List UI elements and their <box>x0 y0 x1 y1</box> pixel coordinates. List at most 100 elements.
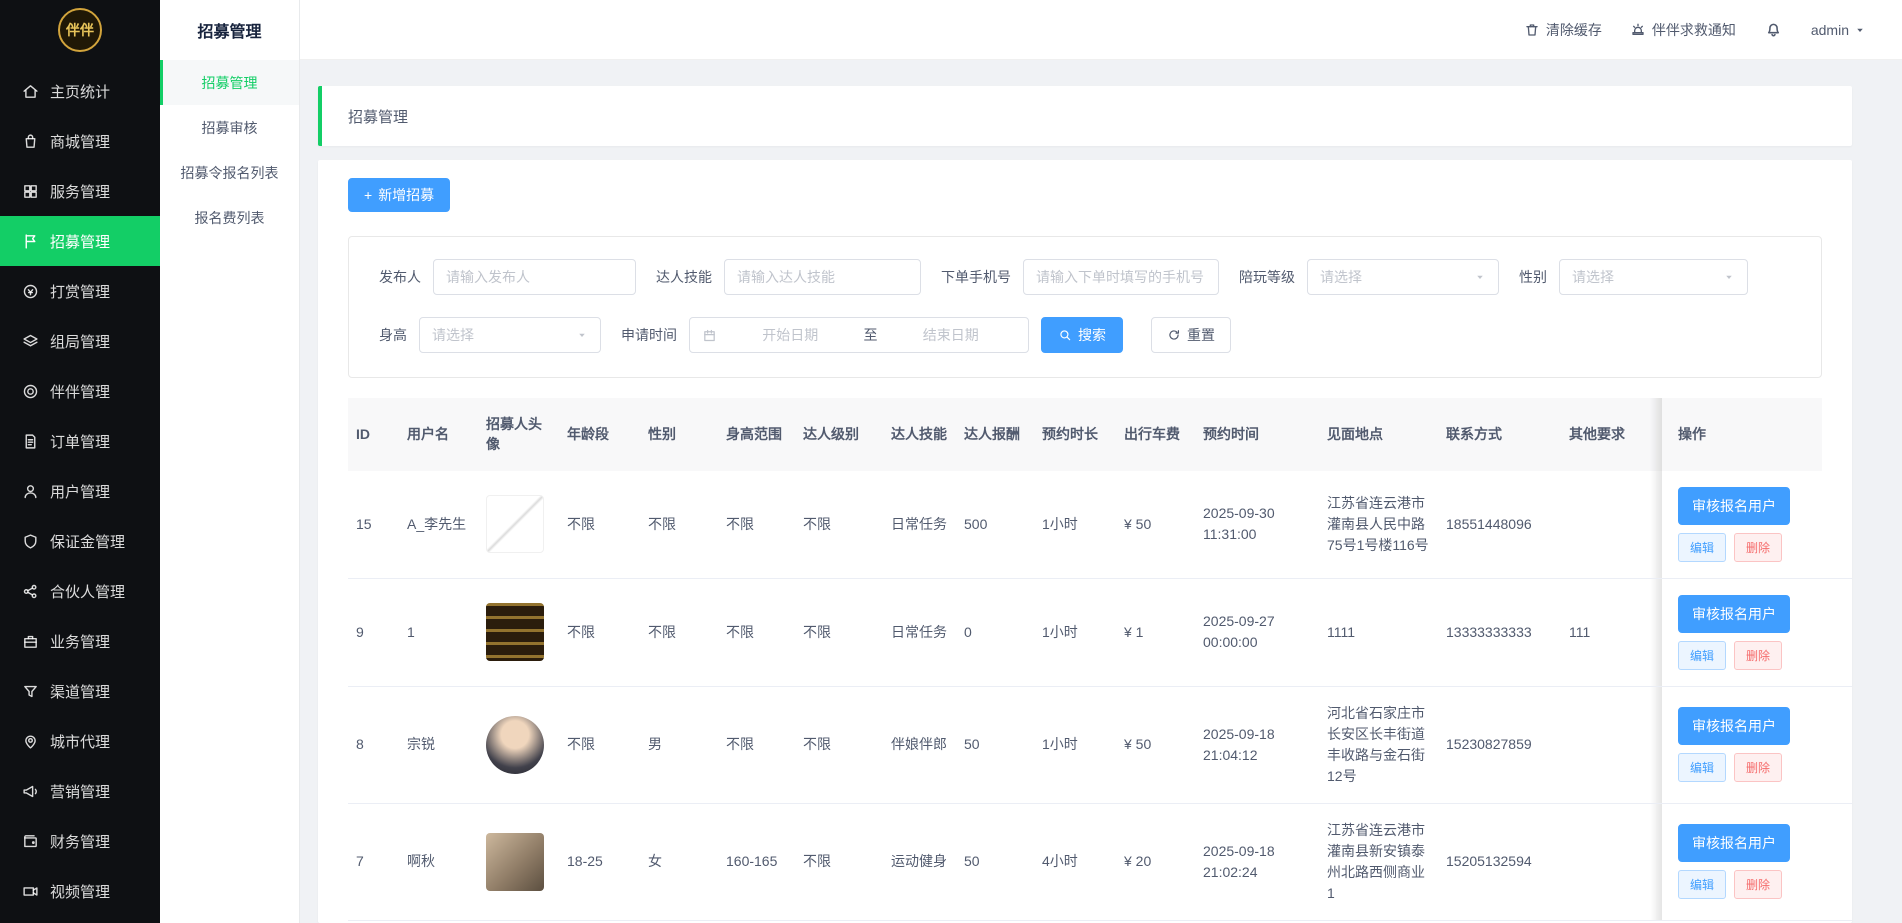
date-range-picker[interactable]: 开始日期 至 结束日期 <box>689 317 1029 353</box>
sidebar-item-label: 主页统计 <box>50 81 110 102</box>
bag-icon <box>22 133 39 150</box>
cell-actions: 审核报名用户 编辑 删除 <box>1662 686 1822 803</box>
doc-icon <box>22 433 39 450</box>
header-age: 年龄段 <box>559 398 640 471</box>
sidebar-item-15[interactable]: 营销管理 <box>0 766 160 816</box>
recruiter-avatar <box>486 833 544 891</box>
cell-duration: 1小时 <box>1034 578 1116 686</box>
submenu-item-3[interactable]: 招募令报名列表 <box>160 150 299 195</box>
submenu-item-4[interactable]: 报名费列表 <box>160 195 299 240</box>
delete-button[interactable]: 删除 <box>1734 533 1782 562</box>
height-select[interactable]: 请选择 <box>419 317 601 353</box>
skill-input[interactable] <box>724 259 921 295</box>
header-duration: 预约时长 <box>1034 398 1116 471</box>
sidebar-item-9[interactable]: 用户管理 <box>0 466 160 516</box>
edit-button[interactable]: 编辑 <box>1678 753 1726 782</box>
sidebar-item-7[interactable]: 伴伴管理 <box>0 366 160 416</box>
cell-age: 不限 <box>559 578 640 686</box>
sidebar-item-14[interactable]: 城市代理 <box>0 716 160 766</box>
cell-avatar <box>478 686 559 803</box>
cell-height: 不限 <box>718 578 795 686</box>
sidebar-item-label: 业务管理 <box>50 631 110 652</box>
sidebar-item-16[interactable]: 财务管理 <box>0 816 160 866</box>
sidebar-item-10[interactable]: 保证金管理 <box>0 516 160 566</box>
end-date-input[interactable]: 结束日期 <box>886 325 1017 345</box>
edit-button[interactable]: 编辑 <box>1678 870 1726 899</box>
recruitment-table: ID 用户名 招募人头像 年龄段 性别 身高范围 达人级别 达人技能 达人报酬 … <box>348 398 1822 921</box>
sidebar-item-2[interactable]: 商城管理 <box>0 116 160 166</box>
sidebar-item-6[interactable]: 组局管理 <box>0 316 160 366</box>
table-body: 15 A_李先生 不限 不限 不限 不限 日常任务 500 1小时 ¥ 50 2… <box>348 471 1852 921</box>
sidebar-item-3[interactable]: 服务管理 <box>0 166 160 216</box>
review-applicants-button[interactable]: 审核报名用户 <box>1678 487 1790 525</box>
delete-button[interactable]: 删除 <box>1734 870 1782 899</box>
cell-height: 不限 <box>718 471 795 579</box>
submenu-item-2[interactable]: 招募审核 <box>160 105 299 150</box>
sidebar-item-17[interactable]: 视频管理 <box>0 866 160 916</box>
cell-reward: 0 <box>956 578 1034 686</box>
filter-level: 陪玩等级 请选择 <box>1239 259 1499 295</box>
refresh-icon <box>1167 328 1181 342</box>
sidebar-item-label: 订单管理 <box>50 431 110 452</box>
sos-notice-label: 伴伴求救通知 <box>1652 20 1736 40</box>
chevron-down-icon <box>576 329 588 341</box>
sidebar-item-1[interactable]: 主页统计 <box>0 66 160 116</box>
order-phone-label: 下单手机号 <box>941 267 1011 287</box>
recruiter-avatar <box>486 716 544 774</box>
edit-button[interactable]: 编辑 <box>1678 641 1726 670</box>
cell-skill: 日常任务 <box>883 471 956 579</box>
add-recruitment-button[interactable]: + 新增招募 <box>348 178 450 212</box>
cell-level: 不限 <box>795 686 883 803</box>
recruiter-avatar <box>486 603 544 661</box>
reset-label: 重置 <box>1187 325 1215 345</box>
sidebar-item-label: 视频管理 <box>50 881 110 902</box>
cell-time: 2025-09-18 21:02:24 <box>1195 803 1319 920</box>
submenu-title: 招募管理 <box>160 0 299 60</box>
cell-id: 7 <box>348 803 399 920</box>
gender-select-value: 请选择 <box>1572 267 1614 287</box>
review-applicants-button[interactable]: 审核报名用户 <box>1678 707 1790 745</box>
layers-icon <box>22 333 39 350</box>
sos-notice-button[interactable]: 伴伴求救通知 <box>1630 20 1736 40</box>
submenu-item-1[interactable]: 招募管理 <box>160 60 299 105</box>
cell-reward: 500 <box>956 471 1034 579</box>
reset-button[interactable]: 重置 <box>1151 317 1231 353</box>
admin-menu[interactable]: admin <box>1811 22 1866 38</box>
start-date-input[interactable]: 开始日期 <box>725 325 856 345</box>
search-button[interactable]: 搜索 <box>1041 317 1123 353</box>
gender-select[interactable]: 请选择 <box>1559 259 1748 295</box>
sidebar-item-8[interactable]: 订单管理 <box>0 416 160 466</box>
order-phone-input[interactable] <box>1023 259 1219 295</box>
cell-id: 15 <box>348 471 399 579</box>
megaphone-icon <box>22 783 39 800</box>
coin-icon <box>22 283 39 300</box>
cell-location: 江苏省连云港市灌南县人民中路75号1号楼116号 <box>1319 471 1438 579</box>
review-applicants-button[interactable]: 审核报名用户 <box>1678 595 1790 633</box>
submenu-item-label: 招募审核 <box>202 118 258 138</box>
sidebar-item-4[interactable]: 招募管理 <box>0 216 160 266</box>
cell-gender: 不限 <box>640 578 718 686</box>
filter-gender: 性别 请选择 <box>1519 259 1748 295</box>
notification-bell-button[interactable] <box>1764 20 1783 39</box>
publisher-input[interactable] <box>433 259 636 295</box>
clear-cache-button[interactable]: 清除缓存 <box>1524 20 1602 40</box>
cell-fare: ¥ 20 <box>1116 803 1195 920</box>
level-label: 陪玩等级 <box>1239 267 1295 287</box>
cell-skill: 运动健身 <box>883 803 956 920</box>
cell-gender: 女 <box>640 803 718 920</box>
cell-avatar <box>478 578 559 686</box>
delete-button[interactable]: 删除 <box>1734 753 1782 782</box>
filter-height: 身高 请选择 <box>379 317 601 353</box>
review-applicants-button[interactable]: 审核报名用户 <box>1678 824 1790 862</box>
funnel-icon <box>22 683 39 700</box>
cell-fare: ¥ 1 <box>1116 578 1195 686</box>
sidebar-item-11[interactable]: 合伙人管理 <box>0 566 160 616</box>
cell-time: 2025-09-30 11:31:00 <box>1195 471 1319 579</box>
sidebar-item-13[interactable]: 渠道管理 <box>0 666 160 716</box>
level-select[interactable]: 请选择 <box>1307 259 1499 295</box>
edit-button[interactable]: 编辑 <box>1678 533 1726 562</box>
sidebar-item-12[interactable]: 业务管理 <box>0 616 160 666</box>
logo-icon: 伴伴 <box>58 8 102 52</box>
sidebar-item-5[interactable]: 打赏管理 <box>0 266 160 316</box>
delete-button[interactable]: 删除 <box>1734 641 1782 670</box>
